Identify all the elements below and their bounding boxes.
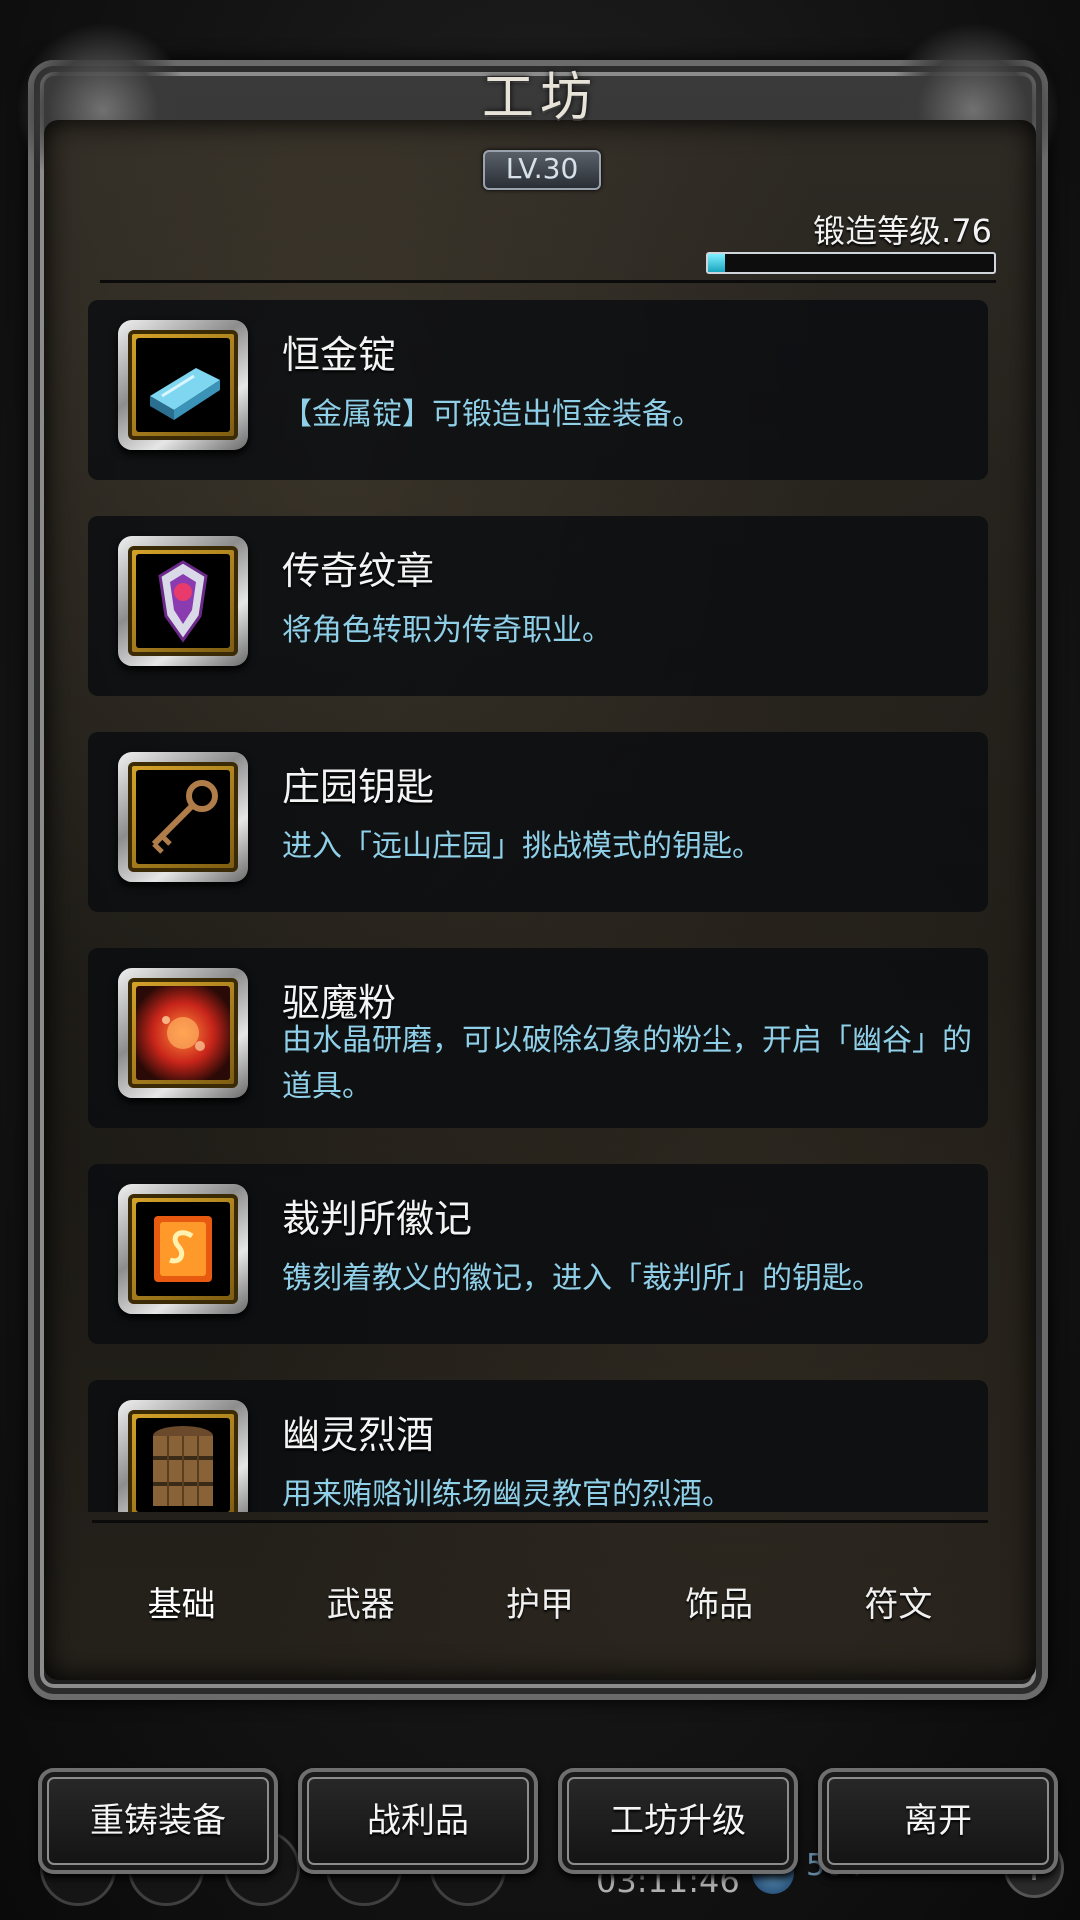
barrel-icon (153, 1426, 213, 1506)
item-title: 传奇纹章 (282, 549, 435, 593)
legend-crest-icon (158, 560, 208, 643)
category-tabs: 基础 武器 护甲 饰品 符文 (92, 1546, 988, 1656)
key-icon (151, 780, 218, 854)
list-item[interactable]: 恒金锭 【金属锭】可锻造出恒金装备。 (88, 300, 988, 480)
item-icon-frame (118, 320, 248, 450)
item-description: 进入「远山庄园」挑战模式的钥匙。 (282, 829, 762, 864)
item-icon-frame (118, 1400, 248, 1512)
item-icon-frame (118, 968, 248, 1098)
list-item[interactable]: 幽灵烈酒 用来贿赂训练场幽灵教官的烈酒。 (88, 1380, 988, 1512)
tribunal-sigil-icon (154, 1216, 212, 1282)
title-plate: 工坊 (450, 55, 630, 155)
item-icon-frame (118, 536, 248, 666)
item-title: 恒金锭 (282, 333, 397, 377)
item-description: 镌刻着教义的徽记，进入「裁判所」的钥匙。 (282, 1261, 882, 1296)
header-divider (100, 280, 996, 283)
workshop-level-badge: LV.30 (483, 150, 601, 190)
list-item[interactable]: 传奇纹章 将角色转职为传奇职业。 (88, 516, 988, 696)
item-description: 【金属锭】可锻造出恒金装备。 (282, 397, 702, 432)
item-icon-frame (118, 1184, 248, 1314)
item-description: 用来贿赂训练场幽灵教官的烈酒。 (282, 1477, 732, 1512)
item-icon-frame (118, 752, 248, 882)
upgrade-workshop-button[interactable]: 工坊升级 (558, 1768, 798, 1874)
item-description: 由水晶研磨，可以破除幻象的粉尘，开启「幽谷」的道具。 (282, 1023, 972, 1104)
forge-progress-bar (706, 252, 996, 274)
tab-weapons[interactable]: 武器 (307, 1567, 415, 1636)
list-item[interactable]: 驱魔粉 由水晶研磨，可以破除幻象的粉尘，开启「幽谷」的道具。 (88, 948, 988, 1128)
forge-level-label: 锻造等级.76 (813, 212, 992, 250)
action-buttons: 重铸装备 战利品 工坊升级 离开 (38, 1768, 1058, 1874)
tab-runes[interactable]: 符文 (844, 1567, 952, 1636)
list-item[interactable]: 庄园钥匙 进入「远山庄园」挑战模式的钥匙。 (88, 732, 988, 912)
list-item[interactable]: 裁判所徽记 镌刻着教义的徽记，进入「裁判所」的钥匙。 (88, 1164, 988, 1344)
item-list[interactable]: 恒金锭 【金属锭】可锻造出恒金装备。 传奇纹章 将角色转职为传奇职业。 庄园钥匙… (88, 300, 988, 1512)
list-divider (92, 1520, 988, 1523)
loot-button[interactable]: 战利品 (298, 1768, 538, 1874)
tab-accessories[interactable]: 饰品 (665, 1567, 773, 1636)
leave-button[interactable]: 离开 (818, 1768, 1058, 1874)
metal-ingot-icon (150, 368, 220, 420)
forge-progress-fill (708, 254, 726, 272)
item-title: 幽灵烈酒 (282, 1413, 435, 1457)
item-title: 裁判所徽记 (282, 1197, 473, 1241)
page-title: 工坊 (481, 68, 598, 128)
exorcism-powder-icon (162, 1016, 205, 1051)
reforge-button[interactable]: 重铸装备 (38, 1768, 278, 1874)
item-description: 将角色转职为传奇职业。 (282, 613, 612, 648)
item-title: 庄园钥匙 (282, 765, 435, 809)
tab-armor[interactable]: 护甲 (486, 1567, 594, 1636)
tab-basic[interactable]: 基础 (128, 1567, 236, 1636)
